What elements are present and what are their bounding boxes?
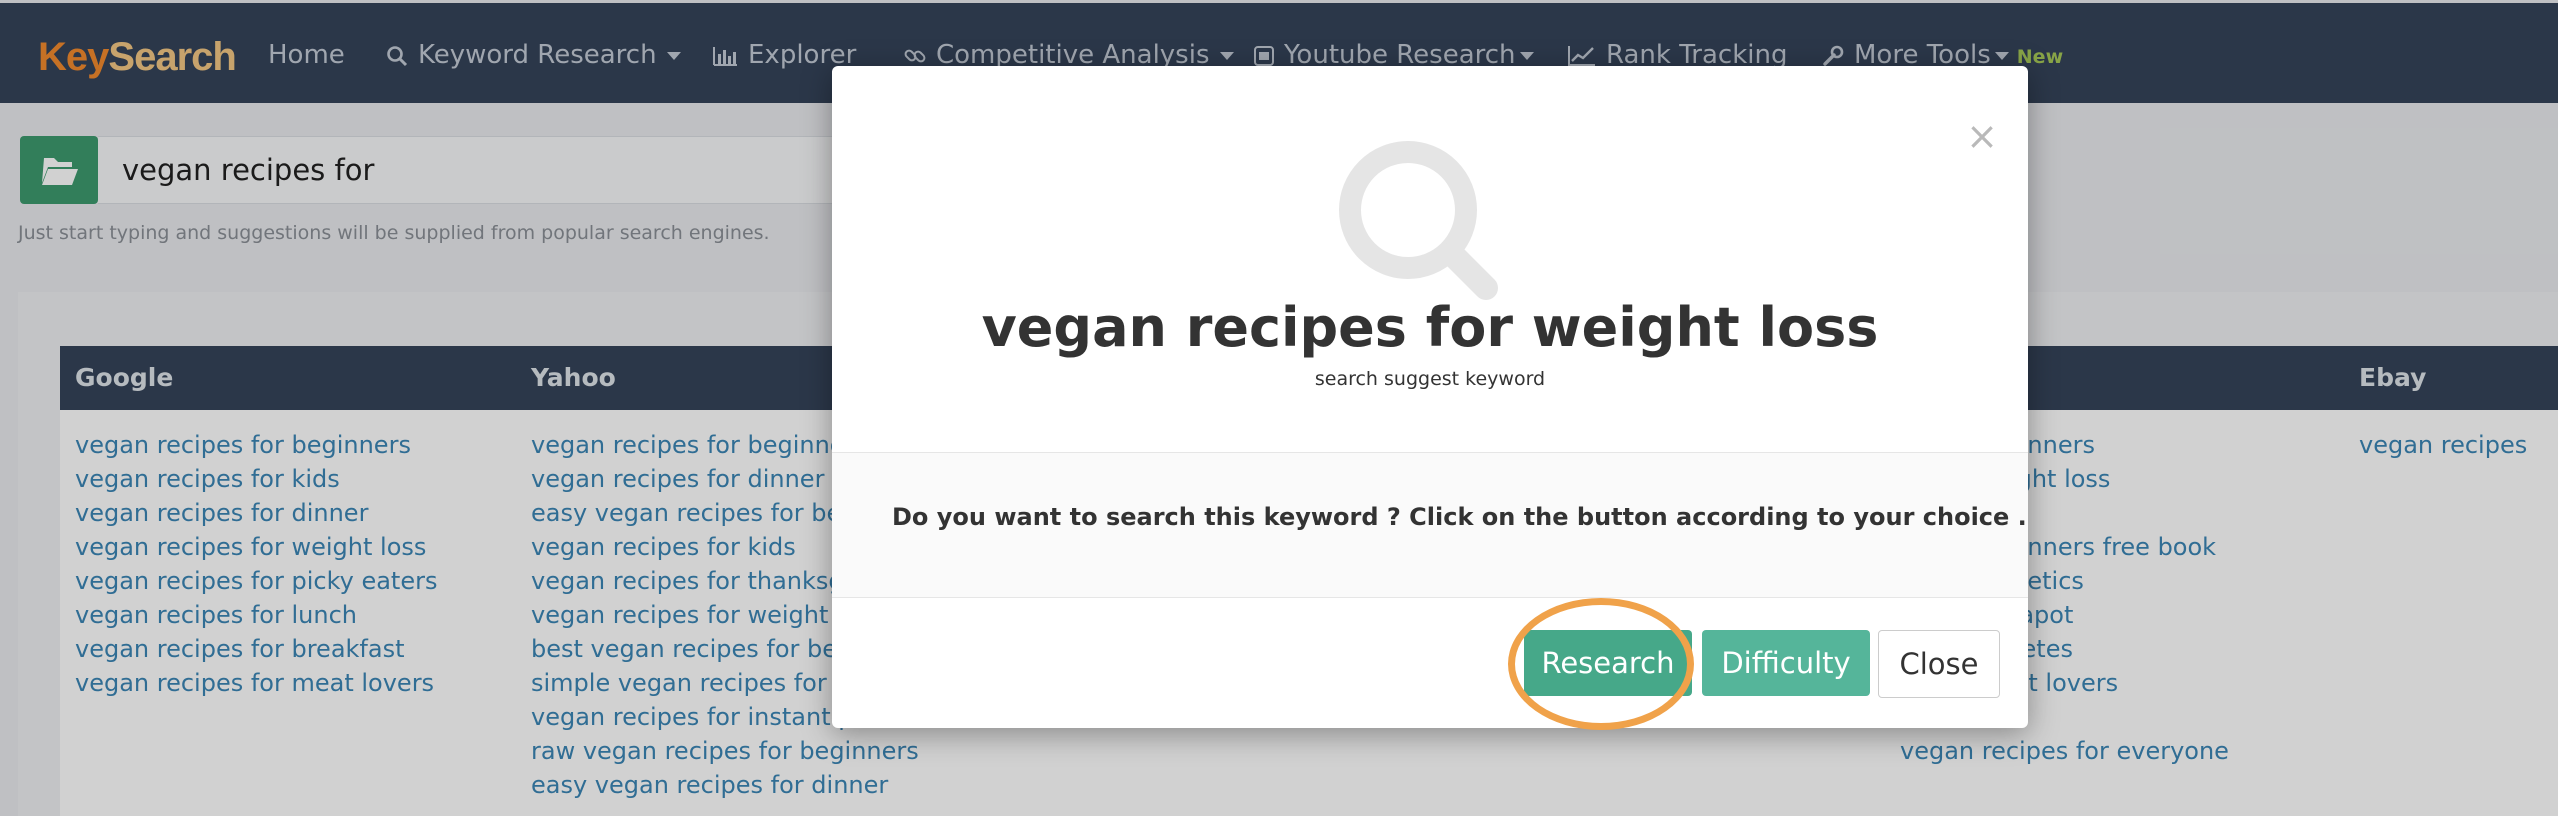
search-icon <box>1339 141 1498 300</box>
modal-body: Do you want to search this keyword ? Cli… <box>832 452 2028 598</box>
modal-keyword-title: vegan recipes for weight loss <box>981 296 1879 359</box>
modal-subtitle: search suggest keyword <box>1314 368 1546 390</box>
close-button[interactable]: Close <box>1878 630 2000 698</box>
modal-question-text: Do you want to search this keyword ? Cli… <box>892 503 2027 531</box>
difficulty-button[interactable]: Difficulty <box>1702 630 1870 696</box>
highlight-ring-annotation <box>1508 598 1694 730</box>
modal-close-x-button[interactable]: × <box>1966 116 1998 156</box>
keyword-modal: × vegan recipes for weight loss search s… <box>832 66 2028 728</box>
